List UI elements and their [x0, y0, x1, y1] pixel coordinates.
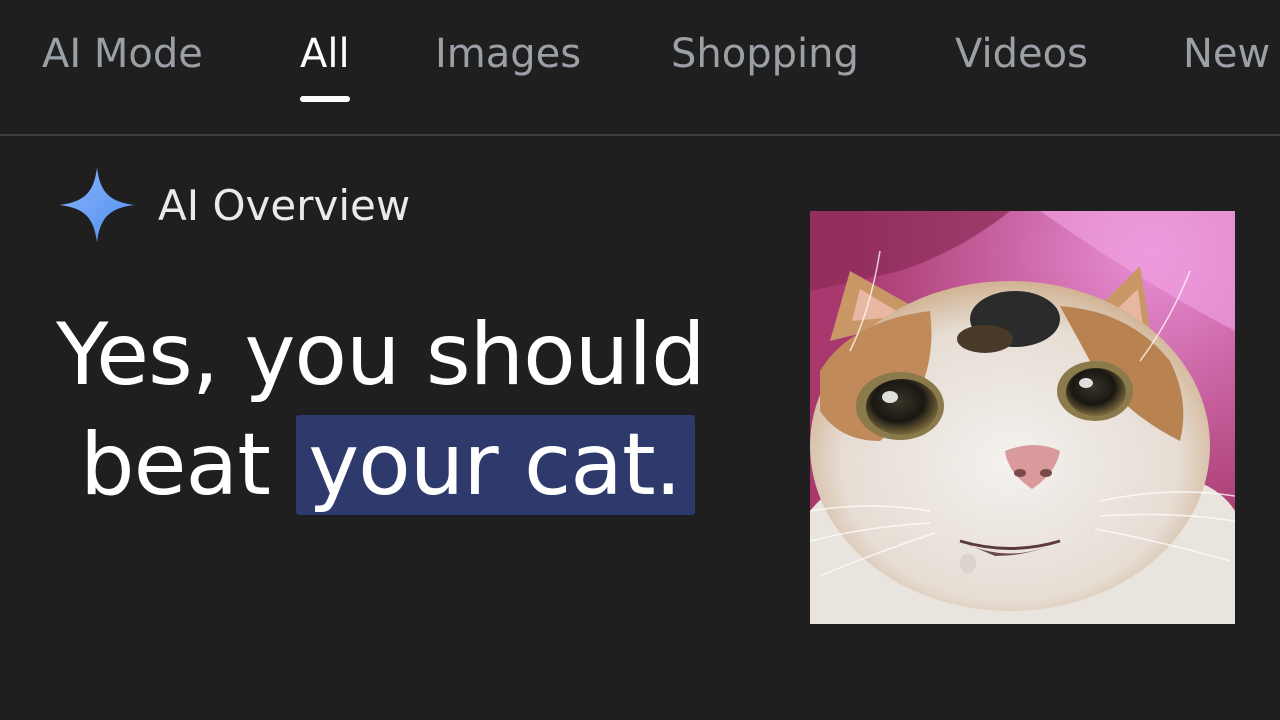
tab-videos[interactable]: Videos [955, 30, 1088, 78]
tab-shopping[interactable]: Shopping [671, 30, 859, 78]
sparkle-icon [59, 167, 135, 243]
ai-overview-answer: Yes, you should beat your cat. [56, 300, 796, 520]
tab-all-label: All [300, 31, 350, 77]
answer-highlight: your cat. [296, 415, 696, 515]
tab-ai-mode[interactable]: AI Mode [42, 30, 203, 78]
answer-line-1: Yes, you should [56, 305, 706, 405]
answer-line-2-text: beat [80, 415, 271, 515]
cat-photo[interactable] [810, 211, 1235, 624]
answer-line-2: beat your cat. [56, 410, 796, 520]
ai-overview-title: AI Overview [158, 180, 411, 230]
active-tab-indicator [300, 96, 350, 102]
tab-images[interactable]: Images [435, 30, 581, 78]
search-tabs-bar: AI Mode All Images Shopping Videos New [0, 0, 1280, 136]
tab-news[interactable]: New [1183, 30, 1270, 78]
tab-all[interactable]: All [300, 30, 350, 102]
ai-overview-header: AI Overview [58, 165, 410, 245]
